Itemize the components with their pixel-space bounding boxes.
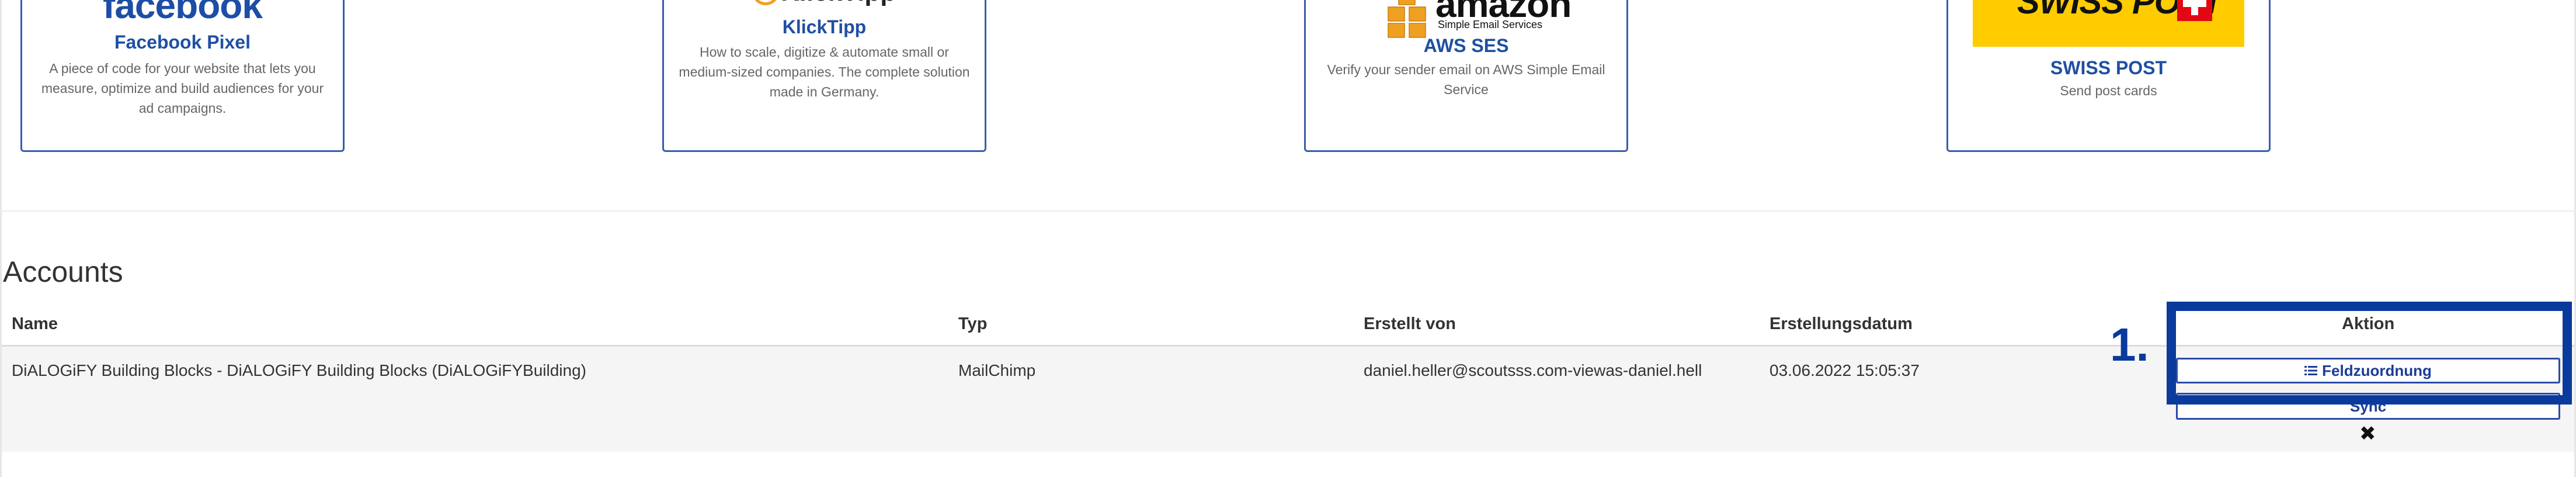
list-icon: [2304, 366, 2318, 375]
integration-title: Facebook Pixel: [114, 32, 251, 53]
cell-erstellungsdatum: 03.06.2022 15:05:37: [1770, 361, 1920, 379]
integration-card-aws-ses[interactable]: amazon Simple Email Services AWS SES Ver…: [1304, 0, 1628, 152]
integration-card-klicktipp[interactable]: KlickTipp KlickTipp How to scale, digiti…: [662, 0, 986, 152]
sync-button-label: Sync: [2349, 397, 2387, 415]
accounts-section-title: Accounts: [3, 255, 123, 288]
integration-card-facebook-pixel[interactable]: facebook Facebook Pixel A piece of code …: [20, 0, 345, 152]
integration-description: Verify your sender email on AWS Simple E…: [1327, 62, 1605, 97]
cell-erstellt-von: daniel.heller@scoutsss.com-viewas-daniel…: [1364, 361, 1702, 379]
integration-description: Send post cards: [2060, 83, 2157, 98]
cell-name: DiALOGiFY Building Blocks - DiALOGiFY Bu…: [12, 361, 586, 379]
klicktipp-swirl-icon: [752, 0, 778, 6]
column-header-erstellt-von[interactable]: Erstellt von: [1364, 314, 1456, 334]
field-mapping-button[interactable]: Feldzuordnung: [2176, 358, 2560, 383]
klicktipp-logo: KlickTipp: [664, 0, 985, 7]
column-header-aktion: Aktion: [2342, 314, 2395, 333]
section-divider: [0, 210, 2576, 212]
integration-title: SWISS POST: [2050, 57, 2167, 78]
integration-title: KlickTipp: [782, 16, 867, 37]
integration-card-swiss-post[interactable]: SWISS POST SWISS POST Send post cards: [1946, 0, 2271, 152]
integration-description: A piece of code for your website that le…: [41, 61, 324, 116]
swiss-cross-icon: [2177, 0, 2212, 21]
amazon-logo-subtext: Simple Email Services: [1438, 19, 1543, 30]
integration-title: AWS SES: [1423, 35, 1509, 56]
cell-typ: MailChimp: [958, 361, 1036, 379]
column-header-typ[interactable]: Typ: [958, 314, 987, 334]
column-header-name[interactable]: Name: [12, 314, 58, 334]
field-mapping-button-label: Feldzuordnung: [2322, 361, 2432, 379]
amazon-cubes-icon: [1388, 0, 1426, 38]
facebook-logo: facebook: [103, 0, 263, 26]
column-header-erstellungsdatum[interactable]: Erstellungsdatum: [1770, 314, 1913, 334]
swiss-post-logo: SWISS POST: [1973, 0, 2244, 47]
klicktipp-logo-text: KlickTipp: [781, 0, 896, 6]
integration-description: How to scale, digitize & automate small …: [679, 44, 970, 99]
annotation-number: 1.: [2110, 319, 2149, 371]
sync-button[interactable]: Sync: [2176, 393, 2560, 420]
close-icon[interactable]: ✖: [2359, 422, 2376, 445]
